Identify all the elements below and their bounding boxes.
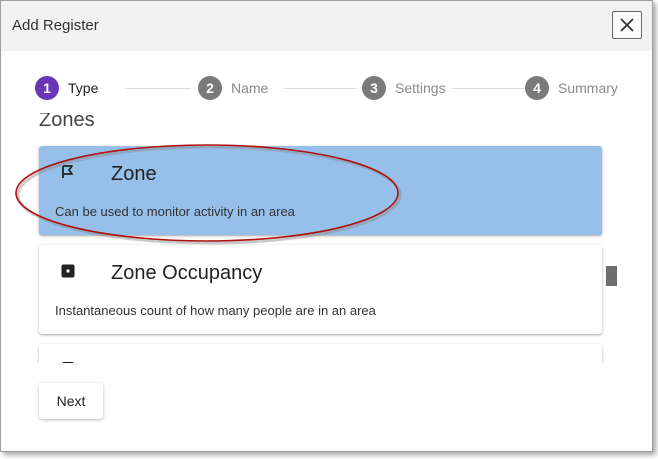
step-connector bbox=[452, 88, 525, 89]
step-connector bbox=[284, 88, 357, 89]
step-name[interactable]: 2 Name bbox=[198, 76, 268, 100]
card-description: Instantaneous count of how many people a… bbox=[55, 303, 376, 318]
close-button[interactable] bbox=[612, 11, 642, 39]
dialog-titlebar: Add Register bbox=[1, 1, 652, 51]
step-number: 1 bbox=[35, 76, 59, 100]
card-title: Zone bbox=[111, 163, 157, 185]
card-zone[interactable]: Zone Can be used to monitor activity in … bbox=[39, 146, 602, 235]
step-label: Type bbox=[68, 80, 99, 96]
dialog-title: Add Register bbox=[12, 17, 99, 34]
card-title: Zone Occupancy bbox=[111, 262, 263, 284]
step-type[interactable]: 1 Type bbox=[35, 76, 98, 100]
card-partial[interactable] bbox=[39, 344, 602, 363]
close-icon bbox=[620, 18, 634, 32]
card-zone-occupancy[interactable]: Zone Occupancy Instantaneous count of ho… bbox=[39, 245, 602, 334]
stepper: 1 Type 2 Name 3 Settings 4 Summary bbox=[35, 76, 619, 100]
next-button[interactable]: Next bbox=[39, 383, 103, 419]
step-connector bbox=[125, 88, 191, 89]
zone-flag-icon bbox=[62, 165, 73, 178]
step-number: 3 bbox=[362, 76, 386, 100]
register-type-list[interactable]: Zones Zone Can be used to monitor activi… bbox=[1, 113, 641, 363]
step-label: Settings bbox=[395, 80, 446, 96]
step-label: Summary bbox=[558, 80, 618, 96]
card-description: Can be used to monitor activity in an ar… bbox=[55, 204, 295, 219]
partial-icon bbox=[63, 362, 73, 363]
scrollbar-thumb[interactable] bbox=[606, 266, 617, 286]
add-register-dialog: Add Register 1 Type 2 Name 3 Settings 4 … bbox=[0, 0, 653, 452]
occupancy-square-icon bbox=[61, 264, 75, 278]
section-title: Zones bbox=[39, 113, 95, 131]
step-label: Name bbox=[231, 80, 269, 96]
step-number: 2 bbox=[198, 76, 222, 100]
step-number: 4 bbox=[525, 76, 549, 100]
step-settings[interactable]: 3 Settings bbox=[362, 76, 446, 100]
step-summary[interactable]: 4 Summary bbox=[525, 76, 618, 100]
